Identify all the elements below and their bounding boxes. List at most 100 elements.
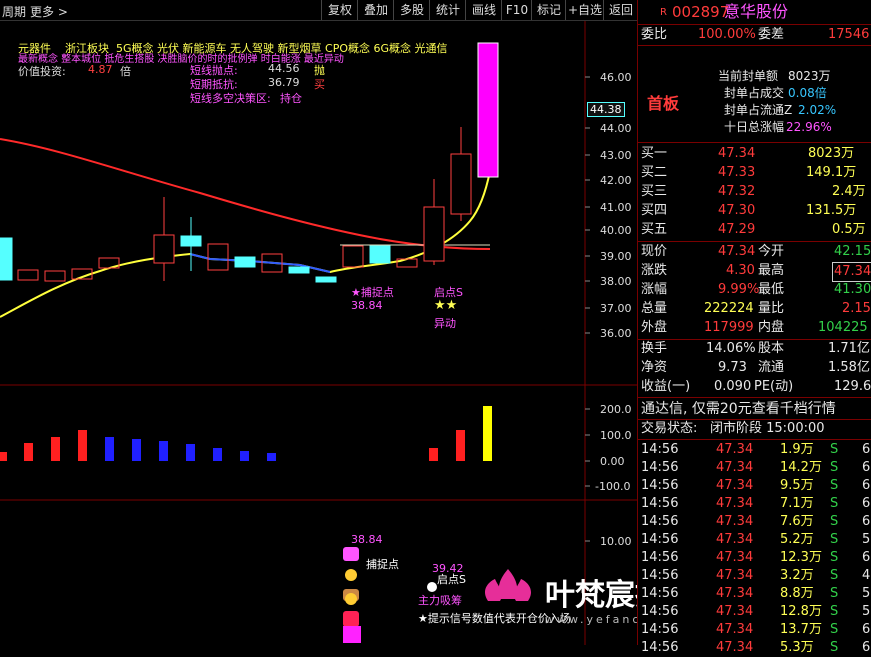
bid-row: 买五 47.29 0.5万: [641, 222, 866, 237]
tick-bs: S: [830, 550, 839, 565]
badge: R: [660, 7, 667, 18]
tick-row: 14:56 47.34 7.1万 S 6: [638, 495, 871, 513]
tick-time: 14:56: [641, 460, 679, 475]
mark-button[interactable]: 标记: [531, 0, 566, 20]
tick-bs: S: [830, 586, 839, 601]
bid-row: 买三 47.32 2.4万: [641, 184, 866, 199]
tick-n: 5: [862, 532, 871, 547]
promo-link[interactable]: 通达信, 仅需20元查看千档行情: [638, 400, 871, 420]
strategy-label: 短线多空决策区:: [190, 92, 271, 105]
bid-row: 买四 47.30 131.5万: [641, 203, 857, 218]
price-axis-label: 40.00: [600, 224, 632, 237]
tick-bs: S: [830, 460, 839, 475]
tick-price: 47.34: [716, 604, 754, 619]
tick-bs: S: [830, 604, 839, 619]
value-invest-unit: 倍: [120, 65, 131, 78]
tick-n: 5: [862, 586, 871, 601]
tick-time: 14:56: [641, 496, 679, 511]
tick-time: 14:56: [641, 514, 679, 529]
overlay-button[interactable]: 叠加: [357, 0, 394, 20]
limit-info-row: 封单占流通Z 2.02%: [724, 103, 837, 117]
tick-bs: S: [830, 532, 839, 547]
tick-row: 14:56 47.34 9.5万 S 6: [638, 477, 871, 495]
tick-n: 4: [862, 568, 871, 583]
tick-vol: 7.1万: [780, 496, 814, 511]
multi-stock-button[interactable]: 多股: [393, 0, 430, 20]
tick-row: 14:56 47.34 5.2万 S 5: [638, 531, 871, 549]
star-signal: ★★: [434, 298, 458, 313]
stock-title: R 002897 意华股份: [638, 3, 871, 23]
tick-vol: 14.2万: [780, 460, 822, 475]
chart-toolbar: 周期 更多 > 复权 叠加 多股 统计 画线 F10 标记 +自选 返回: [0, 0, 637, 21]
quote-panel: R 002897 意华股份 委比 100.00% 委差 17546 首板 当前封…: [637, 0, 871, 655]
tick-bs: S: [830, 640, 839, 655]
macd-axis-label: 0.00: [600, 455, 625, 468]
tick-price: 47.34: [716, 586, 754, 601]
tick-time: 14:56: [641, 442, 679, 457]
tick-vol: 12.8万: [780, 604, 822, 619]
macd-axis-label: 100.0: [600, 429, 632, 442]
tick-row: 14:56 47.34 8.8万 S 5: [638, 585, 871, 603]
tick-n: 6: [862, 460, 871, 475]
tick-vol: 1.9万: [780, 442, 814, 457]
tick-time: 14:56: [641, 532, 679, 547]
more-menu[interactable]: 更多 >: [30, 3, 68, 20]
price-axis-label: 44.00: [600, 122, 632, 135]
price-axis-label: 42.00: [600, 174, 632, 187]
price-axis-label: 36.00: [600, 327, 632, 340]
macd-axis-label: -100.0: [595, 480, 631, 493]
price-axis-label: 38.00: [600, 275, 632, 288]
tick-bs: S: [830, 568, 839, 583]
tick-time: 14:56: [641, 478, 679, 493]
restore-rights-button[interactable]: 复权: [321, 0, 358, 20]
quote-row: 总量 222224 量比 2.15: [641, 301, 871, 316]
fundamental-row: 净资 9.73 流通 1.58亿: [641, 360, 870, 375]
tick-price: 47.34: [716, 532, 754, 547]
tick-n: 6: [862, 622, 871, 637]
draw-line-button[interactable]: 画线: [465, 0, 502, 20]
back-button[interactable]: 返回: [603, 0, 638, 20]
tick-row: 14:56 47.34 3.2万 S 4: [638, 567, 871, 585]
tick-price: 47.34: [716, 640, 754, 655]
sector-tag[interactable]: 光通信: [415, 42, 448, 55]
tick-vol: 12.3万: [780, 550, 822, 565]
tick-price: 47.34: [716, 460, 754, 475]
value-invest-num: 4.87: [88, 63, 113, 76]
tick-bs: S: [830, 514, 839, 529]
tick-n: 6: [862, 442, 871, 457]
limit-info-row: 封单占成交 0.08倍: [724, 86, 827, 100]
tick-n: 5: [862, 604, 871, 619]
short-pressure-val: 44.56: [268, 62, 300, 75]
tick-row: 14:56 47.34 7.6万 S 6: [638, 513, 871, 531]
f10-button[interactable]: F10: [501, 0, 532, 20]
tick-n: 6: [862, 496, 871, 511]
tick-row: 14:56 47.34 14.2万 S 6: [638, 459, 871, 477]
quote-row: 涨幅 9.99% 最低 41.30: [641, 282, 871, 297]
tick-time: 14:56: [641, 550, 679, 565]
order-ratio-row: 委比 100.00% 委差 17546: [641, 27, 870, 42]
add-watchlist-button[interactable]: +自选: [565, 0, 604, 20]
limit-info-row: 十日总涨幅 22.96%: [724, 120, 832, 134]
statistics-button[interactable]: 统计: [429, 0, 466, 20]
tick-time: 14:56: [641, 622, 679, 637]
tick-price: 47.34: [716, 550, 754, 565]
quote-row: 外盘 117999 内盘 104225: [641, 320, 868, 335]
tick-price: 47.34: [716, 568, 754, 583]
quote-row: 现价 47.34 今开 42.15: [641, 244, 871, 259]
tick-time: 14:56: [641, 604, 679, 619]
bid-row: 买一 47.34 8023万: [641, 146, 855, 161]
tick-vol: 7.6万: [780, 514, 814, 529]
main-force-label: 主力吸筹: [418, 594, 462, 607]
tick-price: 47.34: [716, 622, 754, 637]
low-axis-label: 10.00: [600, 535, 632, 548]
short-support-val: 36.79: [268, 76, 300, 89]
tick-bs: S: [830, 622, 839, 637]
kline-chart[interactable]: 元器件 浙江板块 5G概念 光伏 新能源车 无人驾驶 新型烟草 CPO概念 6G…: [0, 21, 785, 645]
period-menu[interactable]: 周期: [2, 3, 26, 20]
tick-price: 47.34: [716, 442, 754, 457]
tick-vol: 9.5万: [780, 478, 814, 493]
price-axis-label: 41.00: [600, 201, 632, 214]
tick-row: 14:56 47.34 12.3万 S 6: [638, 549, 871, 567]
sector-tag[interactable]: 6G概念: [374, 42, 412, 55]
tick-n: 6: [862, 640, 871, 655]
